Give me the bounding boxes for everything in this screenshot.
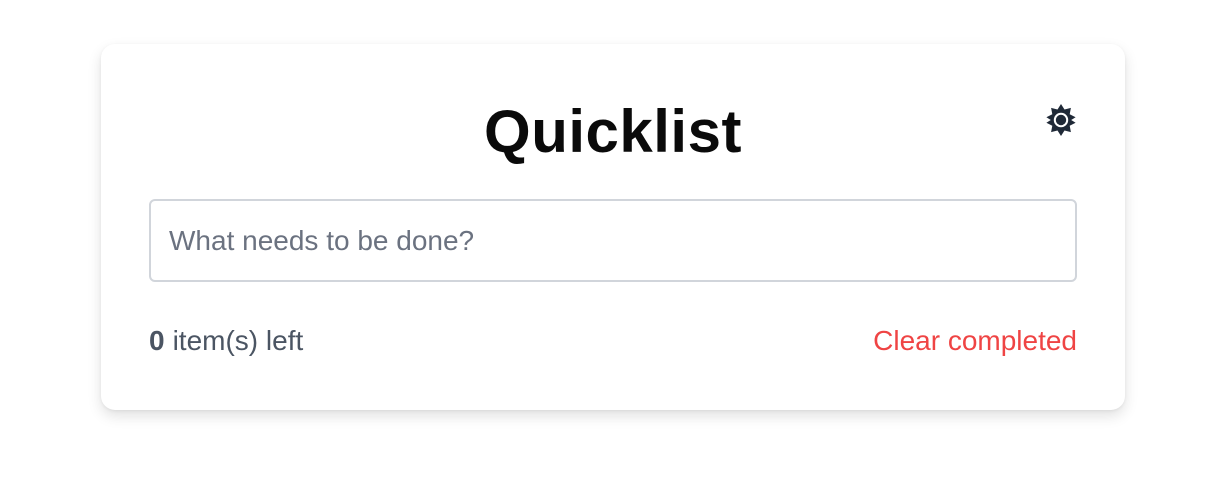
items-left-count: 0	[149, 325, 165, 356]
theme-toggle-button[interactable]	[1043, 102, 1079, 138]
items-left-label: item(s) left	[172, 325, 304, 356]
app-title: Quicklist	[484, 98, 742, 165]
sun-icon	[1044, 103, 1078, 137]
clear-completed-button[interactable]: Clear completed	[873, 325, 1077, 357]
items-left-counter: 0 item(s) left	[149, 325, 303, 357]
todo-card: Quicklist 0item(s) left Clear completed	[101, 44, 1125, 410]
list-footer: 0 item(s) left Clear completed	[149, 321, 1077, 361]
new-todo-input[interactable]	[149, 199, 1077, 282]
